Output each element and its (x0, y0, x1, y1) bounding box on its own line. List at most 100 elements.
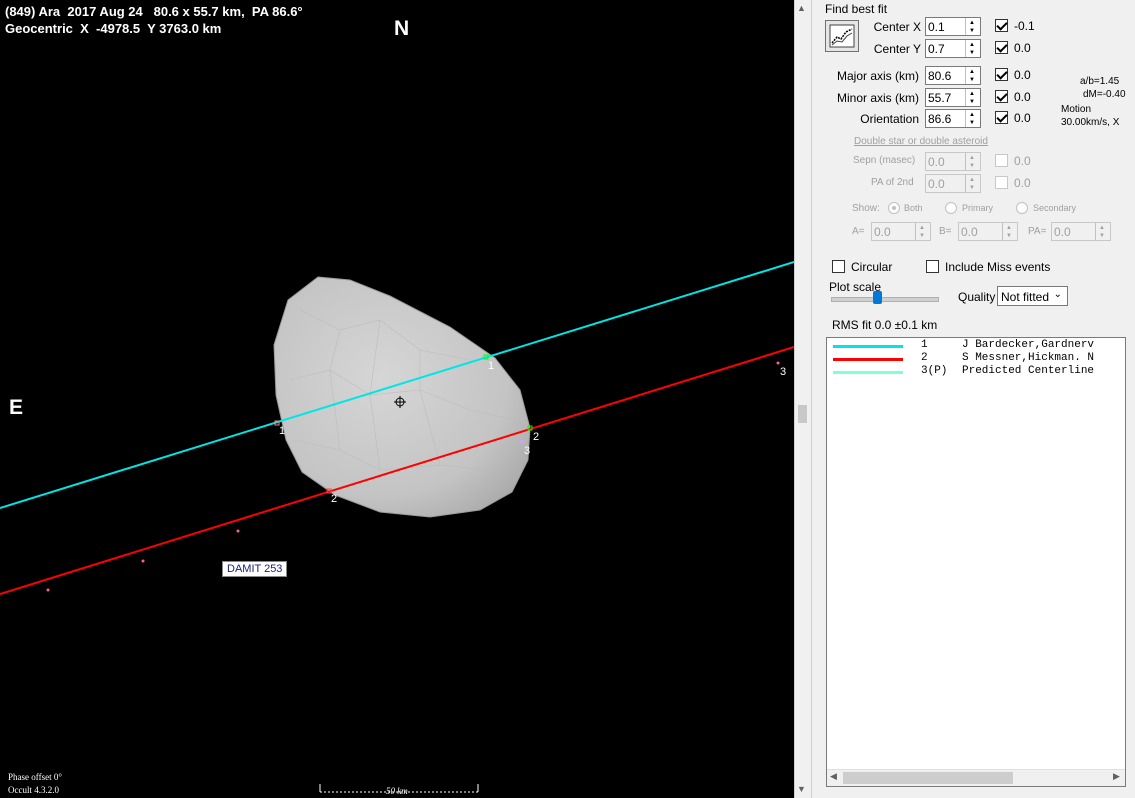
legend-text: J Bardecker,Gardnerv (962, 339, 1095, 351)
rms-fit-label: RMS fit 0.0 ±0.1 km (832, 318, 938, 332)
minor-axis-input[interactable]: 55.7 ▲ ▼ (925, 88, 981, 107)
shape-model-label: DAMIT 253 (222, 561, 288, 577)
show-secondary-label: Secondary (1033, 203, 1077, 213)
b-input[interactable]: 0.0 ▲ ▼ (958, 222, 1018, 241)
quality-label: Quality (958, 290, 996, 304)
include-miss-label: Include Miss events (945, 260, 1051, 274)
b-label: B= (939, 226, 952, 237)
orientation-fit-value: 0.0 (1014, 111, 1031, 125)
find-best-fit-label: Find best fit (825, 2, 888, 16)
legend-id: 2 (921, 352, 928, 364)
plot-title: (849) Ara 2017 Aug 24 80.6 x 55.7 km, PA… (5, 4, 303, 19)
quality-dropdown[interactable]: Not fitted ⌄ (997, 286, 1068, 306)
version-label: Occult 4.3.2.0 (8, 785, 59, 795)
center-y-label: Center Y (873, 42, 921, 56)
scrollbar-thumb[interactable] (798, 405, 807, 423)
minor-axis-checkbox[interactable] (995, 90, 1008, 103)
sepn-checkbox[interactable] (995, 154, 1008, 167)
scrollbar-thumb[interactable] (843, 772, 1013, 784)
sepn-input[interactable]: 0.0 ▲ ▼ (925, 152, 981, 171)
center-y-fit-value: 0.0 (1014, 41, 1031, 55)
predicted-point (520, 440, 524, 444)
plot-vertical-scrollbar[interactable]: ▲ ▼ (794, 0, 812, 798)
orientation-label: Orientation (860, 112, 919, 126)
show-secondary-radio[interactable] (1016, 202, 1028, 214)
circular-checkbox[interactable] (832, 260, 845, 273)
pa-second-input[interactable]: 0.0 ▲ ▼ (925, 174, 981, 193)
list-item[interactable]: 3(P) Predicted Centerline (829, 365, 1094, 378)
center-x-checkbox[interactable] (995, 19, 1008, 32)
a-input[interactable]: 0.0 ▲ ▼ (871, 222, 931, 241)
double-star-heading: Double star or double asteroid (854, 136, 988, 147)
center-x-label: Center X (873, 20, 921, 34)
predicted-point (141, 559, 145, 563)
predicted-point (236, 529, 240, 533)
plot-scale-slider[interactable] (872, 291, 882, 304)
center-y-input[interactable]: 0.7 ▲ ▼ (925, 39, 981, 58)
major-axis-fit-value: 0.0 (1014, 68, 1031, 82)
show-primary-label: Primary (962, 203, 993, 213)
pa-second-fit-value: 0.0 (1014, 176, 1031, 190)
chord-legend-list[interactable]: 1 J Bardecker,Gardnerv 2 S Messner,Hickm… (826, 337, 1126, 787)
major-axis-checkbox[interactable] (995, 68, 1008, 81)
sepn-label: Sepn (masec) (853, 155, 916, 166)
include-miss-checkbox[interactable] (926, 260, 939, 273)
scroll-left-icon[interactable]: ◀ (830, 771, 837, 782)
motion-value: 30.00km/s, X (1061, 117, 1120, 128)
center-x-input[interactable]: 0.1 ▲ ▼ (925, 17, 981, 36)
chevron-down-icon: ⌄ (1053, 289, 1062, 300)
scroll-right-icon[interactable]: ▶ (1113, 771, 1120, 782)
minor-axis-label: Minor axis (km) (836, 91, 919, 105)
asteroid-shape (273, 276, 531, 518)
scroll-down-icon[interactable]: ▼ (797, 784, 806, 794)
plot-subtitle: Geocentric X -4978.5 Y 3763.0 km (5, 21, 222, 36)
axis-ratio-value: a/b=1.45 (1080, 76, 1120, 87)
legend-text: Predicted Centerline (962, 365, 1095, 377)
motion-label: Motion (1061, 104, 1092, 115)
scale-bar-label: 50 km (386, 786, 408, 796)
chord-label: 3 (524, 445, 530, 457)
orientation-checkbox[interactable] (995, 111, 1008, 124)
list-item[interactable]: 1 J Bardecker,Gardnerv (829, 339, 1094, 352)
a-label: A= (852, 226, 865, 237)
chord-label: 3 (780, 366, 786, 378)
legend-text: S Messner,Hickman. N (962, 352, 1095, 364)
predicted-point (46, 588, 50, 592)
delta-magnitude-value: dM=-0.40 (1083, 89, 1126, 100)
pa-second-checkbox[interactable] (995, 176, 1008, 189)
legend-id: 3(P) (921, 365, 948, 377)
chord-label: 1 (488, 360, 494, 372)
pa-input[interactable]: 0.0 ▲ ▼ (1051, 222, 1111, 241)
pa-second-label: PA of 2nd (871, 177, 914, 188)
legend-swatch (833, 358, 903, 361)
scroll-up-icon[interactable]: ▲ (797, 3, 806, 13)
sepn-fit-value: 0.0 (1014, 154, 1031, 168)
plot-scale-track[interactable] (831, 297, 939, 302)
legend-swatch (833, 345, 903, 348)
north-label: N (394, 17, 410, 40)
orientation-input[interactable]: 86.6 ▲ ▼ (925, 109, 981, 128)
center-x-fit-value: -0.1 (1014, 19, 1035, 33)
show-both-label: Both (904, 203, 923, 213)
circular-label: Circular (851, 260, 893, 274)
predicted-point (776, 361, 780, 365)
asteroid-plot[interactable]: 1 1 2 2 3 3 (849) Ara 2017 Aug 24 80.6 x… (0, 0, 794, 798)
center-y-checkbox[interactable] (995, 41, 1008, 54)
show-primary-radio[interactable] (945, 202, 957, 214)
list-item[interactable]: 2 S Messner,Hickman. N (829, 352, 1094, 365)
plot-canvas: 1 1 2 2 3 3 (0, 261, 794, 793)
show-label: Show: (852, 203, 880, 214)
chord-label: 1 (279, 425, 285, 437)
pa-label: PA= (1028, 226, 1047, 237)
major-axis-input[interactable]: 80.6 ▲ ▼ (925, 66, 981, 85)
phase-offset-label: Phase offset 0° (8, 772, 62, 782)
show-both-radio[interactable] (888, 202, 900, 214)
east-label: E (9, 396, 24, 419)
fit-control-panel: Find best fit Center X 0.1 ▲ ▼ -0.1 Center… (811, 0, 1135, 798)
legend-horizontal-scrollbar[interactable]: ◀ ▶ (827, 769, 1125, 786)
chord-label: 2 (533, 431, 539, 443)
legend-id: 1 (921, 339, 928, 351)
major-axis-label: Major axis (km) (836, 69, 919, 83)
legend-swatch (833, 371, 903, 374)
chord-label: 2 (331, 493, 337, 505)
